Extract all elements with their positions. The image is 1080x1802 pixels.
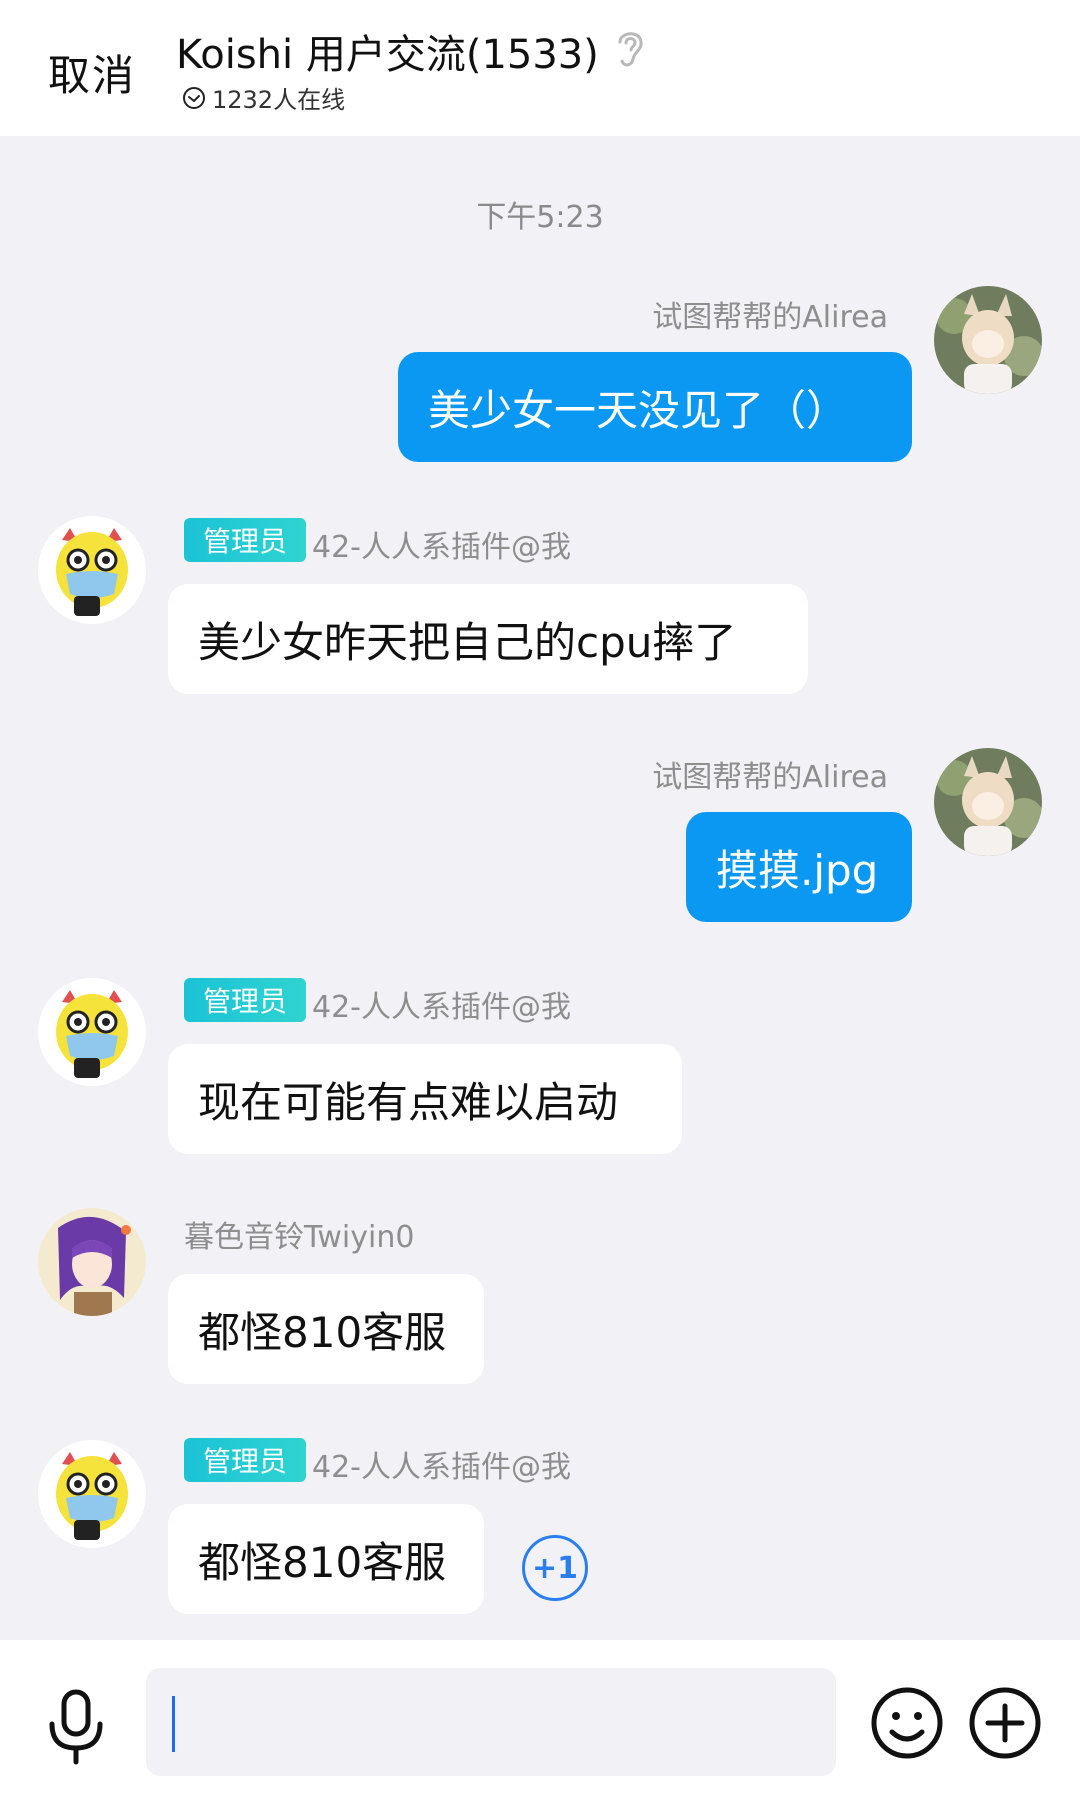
admin-badge: 管理员 [184,1438,306,1482]
check-circle-icon [183,86,205,109]
admin-badge: 管理员 [184,518,306,562]
message-bubble[interactable]: 美少女昨天把自己的cpu摔了 [168,584,808,694]
avatar[interactable] [38,516,146,624]
text-cursor [172,1696,175,1752]
sender-name: 暮色音铃Twiyin0 [184,1220,415,1255]
avatar[interactable] [934,286,1042,394]
sender-name: 试图帮帮的Alirea [652,760,888,795]
plus-circle-icon[interactable] [968,1686,1042,1760]
message-bubble[interactable]: 摸摸.jpg [686,812,912,922]
online-status[interactable]: 1232人在线 [182,80,345,115]
avatar[interactable] [38,1440,146,1548]
avatar[interactable] [934,748,1042,856]
message-timestamp: 下午5:23 [476,200,604,235]
message-bubble[interactable]: 都怪810客服 [168,1274,484,1384]
sender-name: 42-人人系插件@我 [312,990,571,1025]
chat-header: 取消 Koishi 用户交流(1533) 1232人在线 [0,0,1080,136]
emoji-icon[interactable] [870,1686,944,1760]
sender-name: 试图帮帮的Alirea [652,300,888,335]
avatar[interactable] [38,978,146,1086]
online-count: 1232人在线 [212,86,346,114]
ear-icon[interactable] [612,26,648,70]
sender-name: 42-人人系插件@我 [312,530,571,565]
plus-one-button[interactable]: +1 [522,1535,588,1601]
chat-title[interactable]: Koishi 用户交流(1533) [176,22,599,80]
sender-name: 42-人人系插件@我 [312,1450,571,1485]
message-input[interactable] [146,1668,836,1776]
input-bar [0,1640,1080,1802]
message-bubble[interactable]: 现在可能有点难以启动 [168,1044,682,1154]
message-bubble[interactable]: 都怪810客服 [168,1504,484,1614]
avatar[interactable] [38,1208,146,1316]
message-bubble[interactable]: 美少女一天没见了（） [398,352,912,462]
admin-badge: 管理员 [184,978,306,1022]
microphone-icon[interactable] [44,1688,108,1768]
cancel-button[interactable]: 取消 [48,42,136,103]
